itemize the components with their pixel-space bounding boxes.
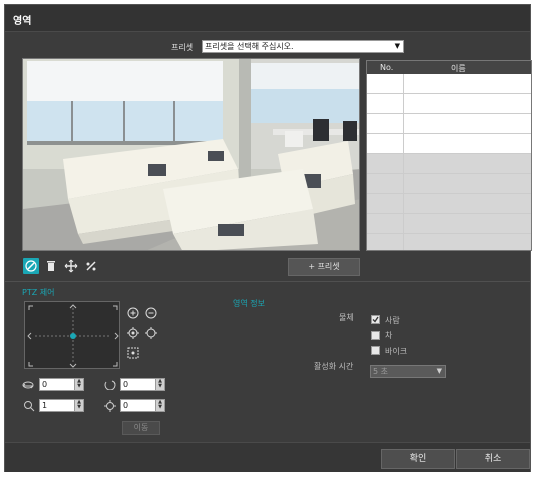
zoom-value: 1 (42, 401, 48, 410)
zoom-in-icon[interactable] (127, 307, 139, 319)
tilt-value: 0 (123, 380, 129, 389)
area-dialog: 영역 프리셋 프리셋을 선택해 주십시오. ▼ No. 이름 + 프리셋 PTZ… (4, 4, 532, 472)
delete-area-button[interactable] (43, 258, 59, 274)
ptz-icon-group (127, 307, 157, 359)
preset-select[interactable]: 프리셋을 선택해 주십시오. ▼ (202, 40, 404, 53)
divider (5, 281, 530, 282)
zoom-search-icon (24, 401, 35, 412)
focus-input[interactable]: 0 ▲ ▼ (120, 399, 165, 412)
bike-checkbox[interactable] (371, 346, 380, 355)
draw-area-button[interactable] (23, 258, 39, 274)
camera-scene-image (23, 59, 359, 250)
focus-icon (104, 400, 116, 412)
person-checkbox[interactable] (371, 315, 380, 324)
auto-focus-icon[interactable] (127, 347, 139, 359)
focus-near-icon[interactable] (127, 327, 139, 339)
pan-value: 0 (42, 380, 48, 389)
table-row[interactable] (367, 214, 531, 234)
preset-label: 프리셋 (171, 43, 194, 52)
move-button[interactable]: 이동 (122, 421, 160, 435)
camera-video-feed[interactable] (22, 58, 360, 251)
zoom-out-icon[interactable] (145, 307, 157, 319)
table-row[interactable] (367, 174, 531, 194)
edit-area-button[interactable] (83, 258, 99, 274)
bike-label: 바이크 (385, 347, 408, 356)
area-toolbar (23, 258, 103, 276)
preset-selected-value: 프리셋을 선택해 주십시오. (205, 42, 294, 51)
move-arrows-icon (64, 259, 78, 273)
table-row[interactable] (367, 134, 531, 154)
zoom-input[interactable]: 1 ▲ ▼ (39, 399, 84, 412)
focus-far-icon[interactable] (145, 327, 157, 339)
dialog-title: 영역 (13, 16, 32, 27)
table-row[interactable] (367, 234, 531, 250)
area-info-label: 영역 정보 (233, 299, 265, 308)
table-row[interactable] (367, 74, 531, 94)
column-name: 이름 (451, 64, 466, 73)
person-label: 사람 (385, 316, 400, 325)
ptz-joystick[interactable] (24, 301, 120, 369)
joystick-pad-graphic (27, 304, 119, 368)
focus-stepper[interactable]: ▲ ▼ (155, 400, 164, 411)
move-area-button[interactable] (63, 258, 79, 274)
table-row[interactable] (367, 114, 531, 134)
column-no: No. (380, 63, 394, 72)
table-row[interactable] (367, 94, 531, 114)
title-bar: 영역 (5, 5, 530, 32)
car-label: 차 (385, 331, 393, 340)
object-label: 물체 (339, 313, 354, 322)
preset-table: No. 이름 (366, 60, 532, 251)
tilt-stepper[interactable]: ▲ ▼ (155, 379, 164, 390)
dialog-footer: 확인 취소 (5, 442, 530, 472)
table-row[interactable] (367, 154, 531, 174)
ok-button[interactable]: 확인 (381, 449, 455, 469)
edit-points-icon (86, 261, 96, 271)
activation-time-select[interactable]: 5 초 ▼ (370, 365, 446, 378)
table-row[interactable] (367, 194, 531, 214)
trash-icon (47, 261, 55, 271)
ptz-control-label: PTZ 제어 (22, 288, 55, 297)
add-preset-button[interactable]: + 프리셋 (288, 258, 360, 276)
focus-value: 0 (123, 401, 129, 410)
dropdown-arrow-icon: ▼ (394, 42, 400, 50)
tilt-icon (104, 380, 116, 390)
pan-stepper[interactable]: ▲ ▼ (74, 379, 83, 390)
pencil-icon (25, 260, 37, 272)
tilt-input[interactable]: 0 ▲ ▼ (120, 378, 165, 391)
dropdown-arrow-icon: ▼ (436, 367, 442, 375)
checkmark-icon (372, 316, 379, 323)
activation-time-value: 5 초 (373, 367, 388, 376)
zoom-stepper[interactable]: ▲ ▼ (74, 400, 83, 411)
pan-icon (22, 381, 34, 389)
car-checkbox[interactable] (371, 331, 380, 340)
pan-input[interactable]: 0 ▲ ▼ (39, 378, 84, 391)
table-header: No. 이름 (367, 61, 531, 74)
activation-time-label: 활성화 시간 (314, 362, 354, 371)
cancel-button[interactable]: 취소 (456, 449, 530, 469)
